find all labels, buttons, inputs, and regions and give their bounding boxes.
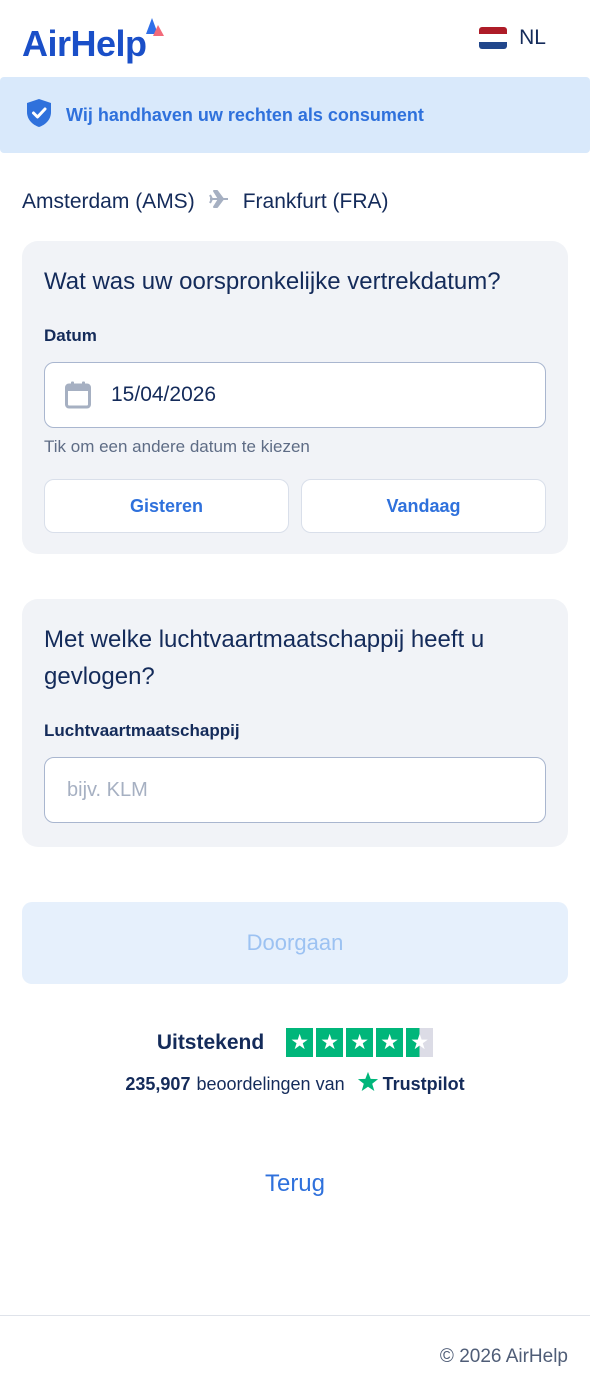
date-hint: Tik om een andere datum te kiezen xyxy=(44,437,310,456)
shield-check-icon xyxy=(26,98,52,133)
today-button[interactable]: Vandaag xyxy=(301,479,546,533)
route-origin: Amsterdam (AMS) xyxy=(22,190,195,213)
footer-divider xyxy=(0,1315,590,1316)
star-icon: ★ xyxy=(346,1028,374,1057)
date-field-label: Datum xyxy=(44,326,97,345)
yesterday-button[interactable]: Gisteren xyxy=(44,479,289,533)
banner-text: Wij handhaven uw rechten als consument xyxy=(66,104,424,125)
language-label: NL xyxy=(519,26,546,49)
logo-mark-icon xyxy=(143,16,165,40)
logo-text: AirHelp xyxy=(22,23,147,64)
reviews-text: beoordelingen van xyxy=(196,1074,345,1094)
header: AirHelp NL xyxy=(0,0,590,76)
back-link[interactable]: Terug xyxy=(0,1170,590,1198)
netherlands-flag-icon xyxy=(479,27,508,49)
airplane-icon xyxy=(208,190,229,214)
trustpilot-widget[interactable]: Uitstekend ★ ★ ★ ★ ★ 235,907 beoordeling… xyxy=(0,1028,590,1098)
continue-button[interactable]: Doorgaan xyxy=(22,902,568,984)
star-icon: ★ xyxy=(376,1028,404,1057)
airline-input[interactable]: bijv. KLM xyxy=(44,757,546,823)
consumer-rights-banner: Wij handhaven uw rechten als consument xyxy=(0,77,590,153)
airline-field-label: Luchtvaartmaatschappij xyxy=(44,721,240,740)
star-icon: ★ xyxy=(286,1028,314,1057)
half-star-icon: ★ xyxy=(406,1028,434,1057)
departure-date-card: Wat was uw oorspronkelijke vertrekdatum?… xyxy=(22,241,568,554)
language-selector[interactable]: NL xyxy=(479,26,546,50)
trustpilot-brand-text: Trustpilot xyxy=(382,1074,465,1094)
trustpilot-rating-label: Uitstekend xyxy=(156,1030,265,1054)
flight-route: Amsterdam (AMS) Frankfurt (FRA) xyxy=(22,190,389,214)
copyright-text: © 2026 AirHelp xyxy=(439,1346,568,1367)
calendar-icon xyxy=(65,381,91,409)
date-input[interactable]: 15/04/2026 xyxy=(44,362,546,428)
review-count: 235,907 xyxy=(125,1074,191,1094)
star-icon: ★ xyxy=(316,1028,344,1057)
airhelp-logo[interactable]: AirHelp xyxy=(22,18,165,66)
trustpilot-stars: ★ ★ ★ ★ ★ xyxy=(286,1028,434,1057)
date-input-value: 15/04/2026 xyxy=(111,383,217,406)
airline-card: Met welke luchtvaartmaatschappij heeft u… xyxy=(22,599,568,847)
date-card-title: Wat was uw oorspronkelijke vertrekdatum? xyxy=(44,268,501,295)
airline-card-title: Met welke luchtvaartmaatschappij heeft u… xyxy=(44,626,485,690)
trustpilot-star-icon xyxy=(357,1071,379,1098)
airline-input-placeholder: bijv. KLM xyxy=(67,778,148,801)
trustpilot-brand: Trustpilot xyxy=(357,1071,465,1098)
route-destination: Frankfurt (FRA) xyxy=(242,190,389,213)
